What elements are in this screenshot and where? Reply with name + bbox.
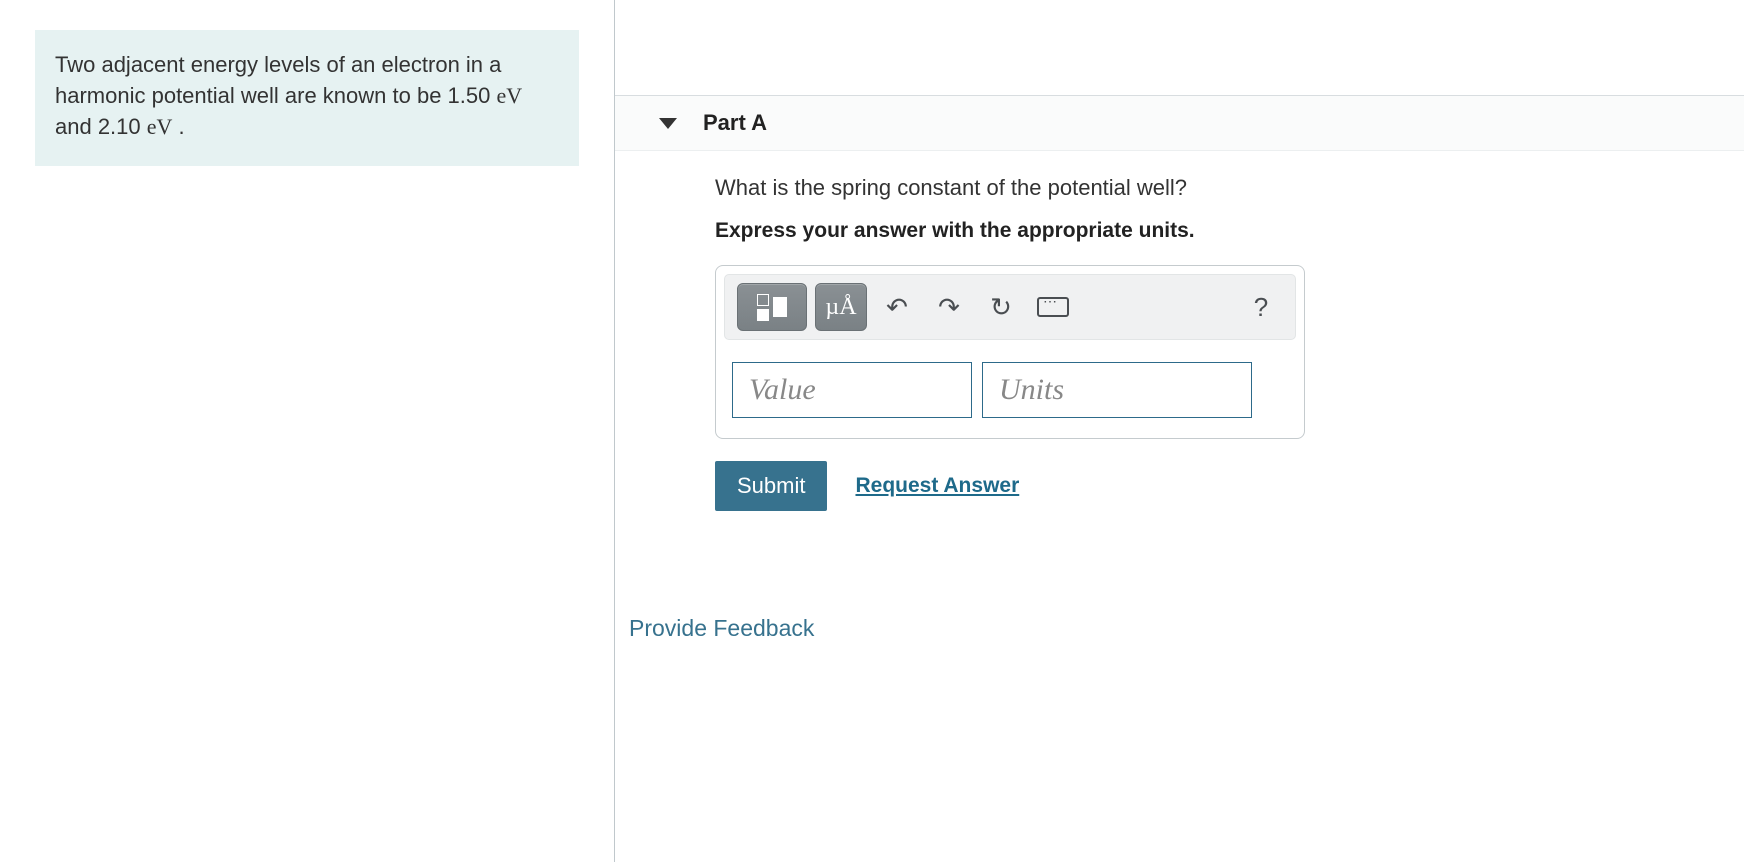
request-answer-link[interactable]: Request Answer — [855, 474, 1019, 498]
part-body: What is the spring constant of the poten… — [615, 151, 1744, 535]
part-header[interactable]: Part A — [615, 95, 1744, 151]
problem-text-2: and 2.10 — [55, 114, 147, 139]
help-icon: ? — [1254, 292, 1268, 323]
question-text: What is the spring constant of the poten… — [715, 175, 1714, 201]
problem-unit-2: eV — [147, 114, 173, 139]
value-input[interactable] — [732, 362, 972, 418]
problem-text-3: . — [172, 114, 184, 139]
provide-feedback-link[interactable]: Provide Feedback — [615, 615, 814, 642]
help-button[interactable]: ? — [1239, 283, 1283, 331]
reset-icon: ↻ — [990, 292, 1012, 323]
inputs-row — [724, 358, 1296, 430]
actions-row: Submit Request Answer — [715, 461, 1714, 511]
undo-button[interactable]: ↶ — [875, 283, 919, 331]
keyboard-button[interactable] — [1031, 283, 1075, 331]
undo-icon: ↶ — [886, 292, 908, 323]
problem-panel: Two adjacent energy levels of an electro… — [0, 0, 615, 862]
problem-text-1: Two adjacent energy levels of an electro… — [55, 52, 501, 108]
keyboard-icon — [1037, 297, 1069, 317]
answer-panel: Part A What is the spring constant of th… — [615, 0, 1744, 862]
answer-instruction: Express your answer with the appropriate… — [715, 219, 1714, 243]
special-chars-button[interactable]: µÅ — [815, 283, 867, 331]
redo-button[interactable]: ↷ — [927, 283, 971, 331]
submit-button[interactable]: Submit — [715, 461, 827, 511]
reset-button[interactable]: ↻ — [979, 283, 1023, 331]
part-title: Part A — [703, 110, 767, 136]
collapse-icon — [659, 118, 677, 129]
formula-toolbar: µÅ ↶ ↷ ↻ ? — [724, 274, 1296, 340]
template-button[interactable] — [737, 283, 807, 331]
redo-icon: ↷ — [938, 292, 960, 323]
answer-box: µÅ ↶ ↷ ↻ ? — [715, 265, 1305, 439]
units-input[interactable] — [982, 362, 1252, 418]
problem-statement: Two adjacent energy levels of an electro… — [35, 30, 579, 166]
special-chars-label: µÅ — [825, 294, 856, 321]
problem-unit-1: eV — [496, 83, 522, 108]
template-icon — [757, 294, 787, 321]
